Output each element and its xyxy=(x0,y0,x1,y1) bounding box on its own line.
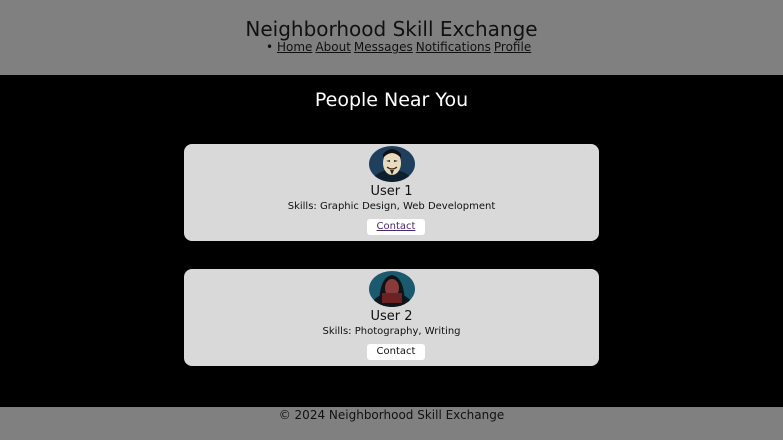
contact-button[interactable]: Contact xyxy=(367,344,425,360)
main-content: People Near You User 1 Skills: Graphic D… xyxy=(0,75,783,407)
user-name: User 1 xyxy=(370,184,413,199)
hooded-person-avatar-icon xyxy=(369,271,415,307)
user-card: User 2 Skills: Photography, Writing Cont… xyxy=(184,269,599,366)
masked-person-avatar-icon xyxy=(369,146,415,182)
user-skills: Skills: Photography, Writing xyxy=(322,326,461,337)
user-card: User 1 Skills: Graphic Design, Web Devel… xyxy=(184,144,599,241)
section-title: People Near You xyxy=(314,89,469,111)
user-name: User 2 xyxy=(370,309,413,324)
site-footer: © 2024 Neighborhood Skill Exchange xyxy=(0,407,783,440)
site-header: Neighborhood Skill Exchange • Home About Me… xyxy=(0,0,783,75)
user-skills: Skills: Graphic Design, Web Development xyxy=(287,201,496,212)
nav-bullet: • xyxy=(266,40,274,54)
nav-link-about[interactable]: About xyxy=(315,40,350,54)
nav-link-notifications[interactable]: Notifications xyxy=(416,40,491,54)
copyright-text: © 2024 Neighborhood Skill Exchange xyxy=(278,408,505,422)
main-nav: • Home About Messages Notifications Profile xyxy=(266,39,534,55)
contact-button[interactable]: Contact xyxy=(367,219,425,235)
nav-link-home[interactable]: Home xyxy=(277,40,312,54)
nav-list-item: • Home About Messages Notifications Profile xyxy=(266,39,534,55)
nav-link-messages[interactable]: Messages xyxy=(354,40,413,54)
nav-link-profile[interactable]: Profile xyxy=(494,40,531,54)
